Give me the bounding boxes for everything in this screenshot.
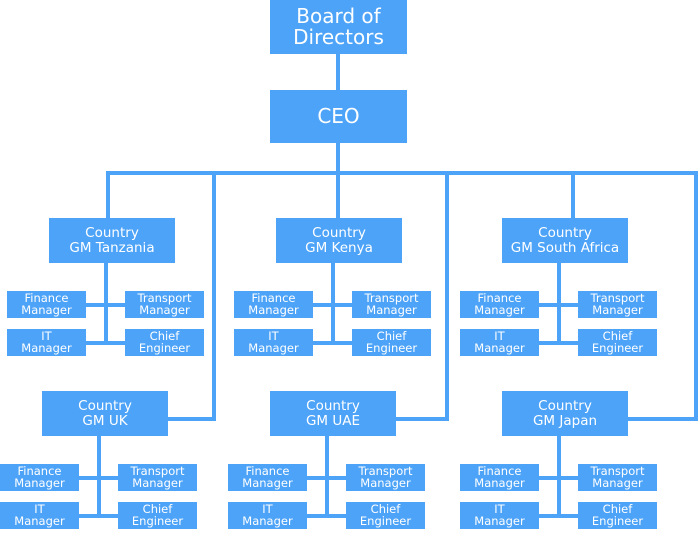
- country-gm-box-line1: Country: [538, 225, 592, 242]
- country-gm-box: Country GM UAE: [270, 391, 396, 436]
- finance-manager-box-line2: Manager: [248, 302, 299, 317]
- board-line2: Directors: [293, 25, 384, 49]
- ceo-label: CEO: [317, 104, 360, 128]
- country-gm-box-line1: Country: [306, 398, 360, 415]
- finance-manager-box-line2: Manager: [242, 475, 293, 490]
- transport-manager-box: Transport Manager: [352, 291, 431, 318]
- chief-engineer-box-line2: Engineer: [138, 340, 191, 355]
- connector: [212, 173, 216, 419]
- chief-engineer-box: Chief Engineer: [578, 329, 657, 356]
- it-manager-box: IT Manager: [460, 502, 539, 529]
- transport-manager-box-line2: Manager: [592, 302, 643, 317]
- country-gm-box-line1: Country: [312, 225, 366, 242]
- it-manager-box: IT Manager: [228, 502, 307, 529]
- connector: [396, 417, 449, 421]
- transport-manager-box-line2: Manager: [366, 302, 417, 317]
- connector: [539, 514, 578, 518]
- transport-manager-box-line2: Manager: [139, 302, 190, 317]
- it-manager-box-line2: Manager: [248, 340, 299, 355]
- finance-manager-box-line2: Manager: [474, 302, 525, 317]
- chief-engineer-box-line2: Engineer: [365, 340, 418, 355]
- connector: [79, 514, 118, 518]
- it-manager-box-line2: Manager: [474, 513, 525, 528]
- connector: [336, 54, 340, 90]
- country-gm-box-line2: GM UAE: [305, 412, 361, 429]
- transport-manager-box: Transport Manager: [118, 464, 197, 491]
- transport-manager-box: Transport Manager: [125, 291, 204, 318]
- transport-manager-box-line2: Manager: [592, 475, 643, 490]
- connector: [313, 303, 352, 307]
- it-manager-box: IT Manager: [460, 329, 539, 356]
- chief-engineer-box-line2: Engineer: [131, 513, 184, 528]
- connector: [86, 341, 125, 345]
- country-gm-box: Country GM Kenya: [276, 218, 402, 263]
- country-gm-box-line2: GM UK: [82, 412, 128, 429]
- connector: [628, 417, 698, 421]
- finance-manager-box: Finance Manager: [460, 464, 539, 491]
- connector: [539, 341, 578, 345]
- transport-manager-box: Transport Manager: [578, 291, 657, 318]
- finance-manager-box: Finance Manager: [0, 464, 79, 491]
- chief-engineer-box: Chief Engineer: [118, 502, 197, 529]
- board-of-directors-box: Board of Directors: [270, 0, 407, 54]
- country-gm-box-line1: Country: [78, 398, 132, 415]
- finance-manager-box: Finance Manager: [228, 464, 307, 491]
- finance-manager-box: Finance Manager: [460, 291, 539, 318]
- it-manager-box-line2: Manager: [242, 513, 293, 528]
- connector: [571, 173, 575, 218]
- it-manager-box: IT Manager: [7, 329, 86, 356]
- finance-manager-box-line2: Manager: [21, 302, 72, 317]
- connector: [307, 514, 346, 518]
- transport-manager-box-line2: Manager: [132, 475, 183, 490]
- chief-engineer-box: Chief Engineer: [578, 502, 657, 529]
- finance-manager-box: Finance Manager: [234, 291, 313, 318]
- transport-manager-box: Transport Manager: [346, 464, 425, 491]
- chief-engineer-box-line2: Engineer: [591, 340, 644, 355]
- connector: [313, 341, 352, 345]
- chief-engineer-box: Chief Engineer: [352, 329, 431, 356]
- connector: [106, 173, 110, 218]
- connector: [694, 173, 698, 419]
- country-gm-box-line2: GM Kenya: [305, 239, 373, 256]
- transport-manager-box-line2: Manager: [360, 475, 411, 490]
- it-manager-box: IT Manager: [234, 329, 313, 356]
- country-gm-box: Country GM Japan: [502, 391, 628, 436]
- connector: [106, 171, 698, 175]
- connector: [79, 476, 118, 480]
- country-gm-box-line1: Country: [538, 398, 592, 415]
- finance-manager-box-line2: Manager: [14, 475, 65, 490]
- it-manager-box-line2: Manager: [14, 513, 65, 528]
- chief-engineer-box: Chief Engineer: [125, 329, 204, 356]
- country-gm-box: Country GM UK: [42, 391, 168, 436]
- it-manager-box-line2: Manager: [21, 340, 72, 355]
- connector: [307, 476, 346, 480]
- country-gm-box-line1: Country: [85, 225, 139, 242]
- board-line1: Board of: [296, 4, 381, 28]
- country-gm-box: Country GM Tanzania: [49, 218, 175, 263]
- finance-manager-box: Finance Manager: [7, 291, 86, 318]
- it-manager-box: IT Manager: [0, 502, 79, 529]
- it-manager-box-line2: Manager: [474, 340, 525, 355]
- connector: [539, 476, 578, 480]
- org-chart: Board of Directors CEO Country GM Tanzani…: [0, 0, 700, 542]
- connector: [539, 303, 578, 307]
- connector: [86, 303, 125, 307]
- chief-engineer-box: Chief Engineer: [346, 502, 425, 529]
- connector: [336, 173, 340, 218]
- transport-manager-box: Transport Manager: [578, 464, 657, 491]
- finance-manager-box-line2: Manager: [474, 475, 525, 490]
- country-gm-box-line2: GM South Africa: [510, 239, 620, 256]
- chief-engineer-box-line2: Engineer: [591, 513, 644, 528]
- connector: [445, 173, 449, 419]
- country-gm-box: Country GM South Africa: [502, 218, 628, 263]
- country-gm-box-line2: GM Japan: [532, 412, 598, 429]
- country-gm-box-line2: GM Tanzania: [69, 239, 155, 256]
- ceo-box: CEO: [270, 90, 407, 143]
- connector: [168, 417, 216, 421]
- chief-engineer-box-line2: Engineer: [359, 513, 412, 528]
